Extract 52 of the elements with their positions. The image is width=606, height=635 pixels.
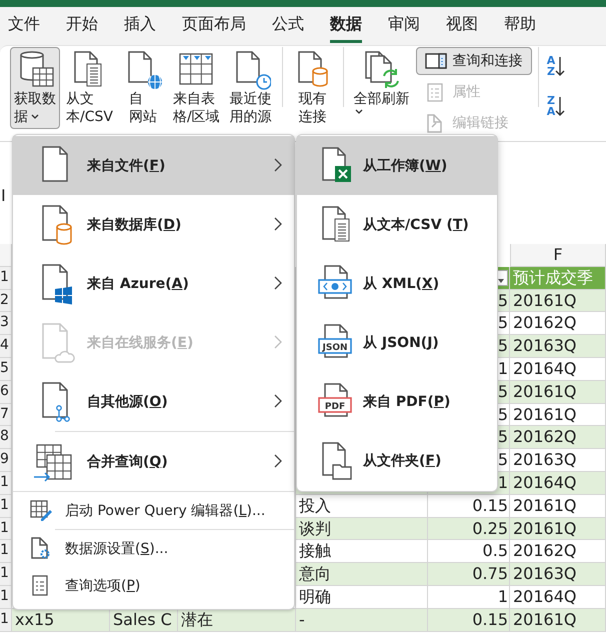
ribbon-tab[interactable]: 插入 [124, 11, 156, 43]
row-number: 6 [0, 380, 12, 404]
row-number: 8 [0, 426, 12, 450]
ribbon-tab[interactable]: 开始 [66, 11, 98, 43]
menu-item[interactable]: 数据源设置(S)... [13, 530, 294, 567]
ribbon-tab[interactable]: 公式 [272, 11, 304, 43]
sort-button[interactable]: A Z [544, 53, 568, 79]
sort-button[interactable]: Z A [544, 93, 568, 119]
ribbon-button[interactable]: 自 网站 [118, 47, 167, 129]
row-number: 1 [0, 586, 12, 609]
row-number: 9 [0, 449, 12, 472]
row-number: 7 [0, 404, 12, 426]
row-number: 1 [0, 540, 12, 564]
row-number: 3 [0, 312, 12, 336]
table-cell: - [296, 608, 428, 632]
ribbon-tab[interactable]: 审阅 [388, 11, 420, 43]
row-number: 2 [0, 290, 12, 312]
ribbon-tab[interactable]: 视图 [446, 11, 478, 43]
ribbon-tab[interactable]: 文件 [8, 11, 40, 43]
ribbon-button[interactable]: 查询和连接 [416, 47, 532, 75]
ribbon-button[interactable]: 从文 本/CSV [62, 47, 117, 129]
row-number: 1 [0, 266, 12, 290]
table-cell: 20161Q [510, 608, 606, 632]
row-number: 1 [0, 472, 12, 495]
ribbon-button[interactable]: 最近使 用的源 [226, 47, 276, 129]
arrow-down-icon [555, 55, 566, 77]
submenu-item[interactable]: 从工作簿(W) [297, 136, 497, 195]
row-number: 1 [0, 518, 12, 540]
row-number: 1 [0, 563, 12, 586]
menu-item[interactable]: 来自 Azure(A) [13, 254, 294, 313]
menu-item[interactable]: 来自文件(F) [13, 136, 294, 195]
row-number: 1 [0, 494, 12, 518]
ribbon-tab[interactable]: 页面布局 [182, 11, 246, 43]
table-cell: 0.15 [428, 608, 510, 632]
ribbon-button[interactable]: 获取数 据 [10, 47, 60, 129]
menu-item[interactable]: 自其他源(O) [13, 372, 294, 431]
ribbon-tab[interactable]: 帮助 [504, 11, 536, 43]
menu-item[interactable]: 查询选项(P) [13, 567, 294, 604]
ribbon-button[interactable]: 现有 连接 [288, 47, 337, 129]
menu-item[interactable]: 合并查询(Q) [13, 432, 294, 491]
menu-item[interactable]: 来自数据库(D) [13, 195, 294, 254]
ribbon-button[interactable]: 来自表 格/区域 [168, 47, 224, 129]
menu-item[interactable]: 启动 Power Query 编辑器(L)... [13, 492, 294, 529]
row-number: 1 [0, 608, 12, 632]
table-pencil-icon [29, 498, 53, 522]
pane-icon [424, 52, 447, 70]
ribbon-button[interactable]: 全部刷新 [350, 47, 414, 119]
column-header[interactable]: F [510, 244, 606, 267]
arrow-down-icon [555, 95, 566, 117]
row-number: 5 [0, 358, 12, 381]
submenu-item[interactable]: 从文本/CSV (T) [297, 195, 497, 254]
row-number: 4 [0, 335, 12, 358]
